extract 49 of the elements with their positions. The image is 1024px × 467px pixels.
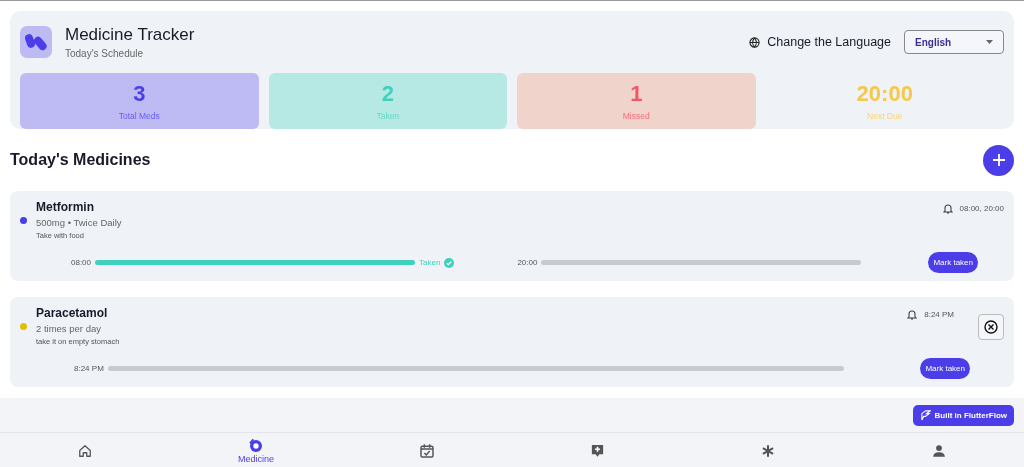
asterisk-icon (761, 443, 775, 458)
stat-value: 20:00 (856, 81, 913, 106)
nav-tab[interactable]: Medicine (237, 437, 274, 464)
nav-tab[interactable] (418, 442, 435, 459)
nav-tab[interactable] (761, 443, 775, 458)
stat-label: Missed (622, 110, 650, 121)
mark-taken-button[interactable]: Mark taken (920, 358, 970, 379)
medicine-dosage: 500mg • Twice Daily (36, 217, 122, 228)
stat-value: 3 (133, 81, 146, 106)
stat-label: Taken (376, 110, 400, 121)
close-icon (984, 320, 998, 334)
stat-value: 2 (381, 81, 394, 106)
home-icon (78, 443, 93, 458)
caret-icon (986, 40, 993, 44)
reminder-times: 8:24 PM (924, 310, 954, 319)
dose-time: 8:24 PM (74, 364, 104, 373)
medicine-name: Paracetamol (36, 306, 109, 320)
mark-taken-button[interactable]: Mark taken (928, 252, 978, 273)
bell-icon (942, 203, 953, 214)
swirl-icon (247, 437, 265, 454)
dose-time: 08:00 (71, 258, 92, 267)
app-subtitle: Today's Schedule (65, 48, 145, 59)
person-icon (931, 443, 946, 458)
logo-icon (919, 409, 931, 421)
app-title: Medicine Tracker (65, 25, 195, 45)
stat-label: Total Meds (118, 110, 160, 121)
dose-status: Taken (419, 258, 441, 267)
nav-tab[interactable] (78, 443, 93, 458)
nav-tab[interactable] (931, 443, 946, 458)
medicine-name: Metformin (36, 200, 95, 214)
calendar-check-icon (418, 442, 435, 459)
bell-icon (907, 309, 918, 320)
pills-icon (25, 32, 47, 52)
stat-value: 1 (630, 81, 643, 106)
check-circle-icon (444, 257, 455, 268)
nav-tab[interactable] (589, 443, 605, 458)
plus-icon (992, 154, 1005, 166)
language-dropdown[interactable]: English (904, 30, 1004, 54)
remove-button[interactable] (978, 314, 1004, 340)
globe-icon (749, 36, 761, 48)
medicine-dosage: 2 times per day (36, 323, 102, 334)
stat-label: Next Due (867, 110, 903, 121)
section-heading: Today's Medicines (10, 151, 151, 169)
medical-chat-icon (589, 443, 605, 458)
flutterflow-badge[interactable]: Built in FlutterFlow (912, 404, 1014, 426)
language-label: Change the Language (767, 35, 891, 49)
add-button[interactable] (983, 144, 1014, 176)
dose-time: 20:00 (517, 258, 538, 267)
reminder-times: 08:00, 20:00 (959, 204, 1004, 213)
